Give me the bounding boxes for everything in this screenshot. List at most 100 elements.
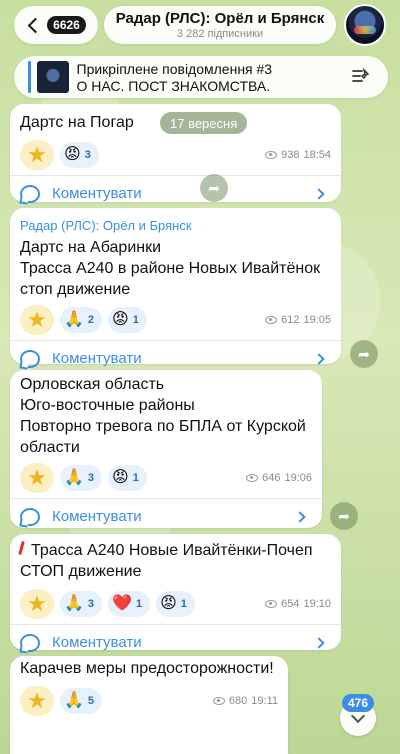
message-line: Дартс на Абаринки	[20, 239, 162, 256]
unread-count-badge: 476	[342, 694, 375, 712]
reaction-pray[interactable]: 🙏 3	[60, 591, 103, 617]
channel-avatar[interactable]	[344, 4, 386, 46]
reaction-heart[interactable]: ❤️ 1	[108, 591, 151, 617]
pray-emoji-icon: 🙏	[64, 595, 84, 612]
message-line: области	[20, 439, 80, 456]
star-reaction[interactable]: ★	[20, 686, 54, 716]
message-time: 19:05	[303, 314, 331, 326]
comments-label: Коментувати	[52, 350, 142, 367]
comments-label: Коментувати	[52, 185, 142, 202]
view-count: 654	[281, 598, 300, 610]
comment-icon	[20, 633, 40, 652]
message-text: Карачев меры предосторожности!	[20, 660, 274, 677]
reaction-count: 3	[87, 598, 95, 610]
chevron-right-icon	[313, 187, 325, 200]
message-time: 19:06	[284, 472, 312, 484]
comments-button[interactable]: Коментувати	[10, 175, 341, 211]
reaction-angry[interactable]: 😡 1	[108, 465, 147, 491]
message-5: Карачев меры предосторожности! ★ 🙏 5 680…	[10, 656, 288, 754]
comment-icon	[20, 507, 40, 526]
message-meta: 612 19:05	[265, 314, 331, 326]
angry-emoji-icon: 😡	[64, 146, 81, 163]
reaction-count: 1	[180, 598, 187, 610]
forwarded-channel-name: Радар (РЛС): Орёл и Брянск	[20, 218, 192, 233]
reaction-pray[interactable]: 🙏 3	[60, 465, 103, 491]
eye-icon	[265, 600, 278, 608]
date-separator: 17 вересня	[160, 112, 248, 134]
eye-icon	[265, 316, 278, 324]
star-reaction[interactable]: ★	[20, 589, 54, 619]
star-icon: ★	[27, 465, 47, 490]
angry-emoji-icon: 😡	[160, 595, 177, 612]
star-icon: ★	[27, 591, 47, 616]
star-reaction[interactable]: ★	[20, 463, 54, 493]
comments-button[interactable]: Коментувати	[10, 498, 322, 534]
message-meta: 654 19:10	[265, 598, 331, 610]
message-meta: 938 18:54	[265, 149, 331, 161]
reaction-count: 5	[87, 695, 95, 707]
comment-icon	[20, 184, 40, 203]
pray-emoji-icon: 🙏	[64, 311, 84, 328]
message-time: 19:10	[303, 598, 331, 610]
pray-emoji-icon: 🙏	[64, 469, 84, 486]
message-line: Орловская область	[20, 376, 165, 393]
message-line-text: Трасса А240 Новые Ивайтёнки-Почеп	[31, 542, 313, 559]
star-reaction[interactable]: ★	[20, 305, 54, 335]
pinned-list-icon[interactable]	[352, 68, 370, 84]
message-line: стоп движение	[20, 281, 131, 298]
message-line: Юго-восточные районы	[20, 397, 195, 414]
reaction-count: 1	[132, 314, 139, 326]
message-4: Трасса А240 Новые Ивайтёнки-Почеп СТОП д…	[10, 534, 341, 652]
message-line: Трасса А240 в районе Новых Ивайтёнок	[20, 260, 321, 277]
eye-icon	[212, 697, 225, 705]
pinned-body: О НАС. ПОСТ ЗНАКОМСТВА.	[76, 77, 271, 94]
reaction-count: 1	[132, 472, 139, 484]
pinned-indicator	[28, 61, 31, 93]
angry-emoji-icon: 😡	[112, 469, 129, 486]
reaction-pray[interactable]: 🙏 5	[60, 688, 103, 714]
reaction-count: 1	[135, 598, 143, 610]
message-meta: 680 19:11	[212, 695, 278, 707]
reaction-angry[interactable]: 😡 3	[60, 142, 99, 168]
view-count: 646	[262, 472, 281, 484]
star-reaction[interactable]: ★	[20, 140, 54, 170]
chevron-right-icon	[294, 510, 306, 523]
chevron-right-icon	[313, 352, 325, 365]
back-button[interactable]: 6626	[14, 6, 98, 44]
channel-title: Радар (РЛС): Орёл и Брянск	[115, 10, 325, 27]
view-count: 938	[281, 149, 300, 161]
message-meta: 646 19:06	[246, 472, 312, 484]
reaction-angry[interactable]: 😡 1	[156, 591, 195, 617]
view-count: 612	[281, 314, 300, 326]
chevron-left-icon	[27, 17, 44, 33]
eye-icon	[265, 151, 278, 159]
message-line: СТОП движение	[20, 563, 142, 580]
comments-label: Коментувати	[52, 634, 142, 651]
reaction-pray[interactable]: 🙏 2	[60, 307, 103, 333]
share-button[interactable]: ➦	[330, 502, 358, 530]
star-icon: ★	[27, 142, 47, 167]
view-count: 680	[228, 695, 248, 707]
message-line: Трасса А240 Новые Ивайтёнки-Почеп	[10, 534, 341, 561]
pinned-heading: Прикріплене повідомлення #3	[76, 60, 273, 77]
message-3: Орловская область Юго-восточные районы П…	[10, 370, 322, 528]
message-line: Повторно тревога по БПЛА от Курской	[20, 418, 306, 435]
reaction-count: 2	[87, 314, 95, 326]
reaction-count: 3	[84, 149, 91, 161]
star-icon: ★	[27, 688, 47, 713]
reaction-count: 3	[87, 472, 95, 484]
message-time: 19:11	[251, 695, 278, 707]
star-icon: ★	[27, 307, 47, 332]
comment-icon	[20, 349, 40, 368]
share-button[interactable]: ➦	[350, 340, 378, 368]
pinned-message-bar[interactable]: Прикріплене повідомлення #3 О НАС. ПОСТ …	[14, 56, 388, 98]
heart-emoji-icon: ❤️	[112, 595, 132, 612]
chevron-right-icon	[313, 636, 325, 649]
share-button[interactable]: ➦	[200, 174, 228, 202]
subscriber-count: 3 282 підписники	[176, 28, 264, 40]
message-2: Радар (РЛС): Орёл и Брянск Дартс на Абар…	[10, 208, 341, 368]
eye-icon	[246, 474, 259, 482]
comments-button[interactable]: Коментувати	[10, 624, 341, 660]
channel-title-header[interactable]: Радар (РЛС): Орёл и Брянск 3 282 підписн…	[104, 6, 336, 44]
reaction-angry[interactable]: 😡 1	[108, 307, 147, 333]
